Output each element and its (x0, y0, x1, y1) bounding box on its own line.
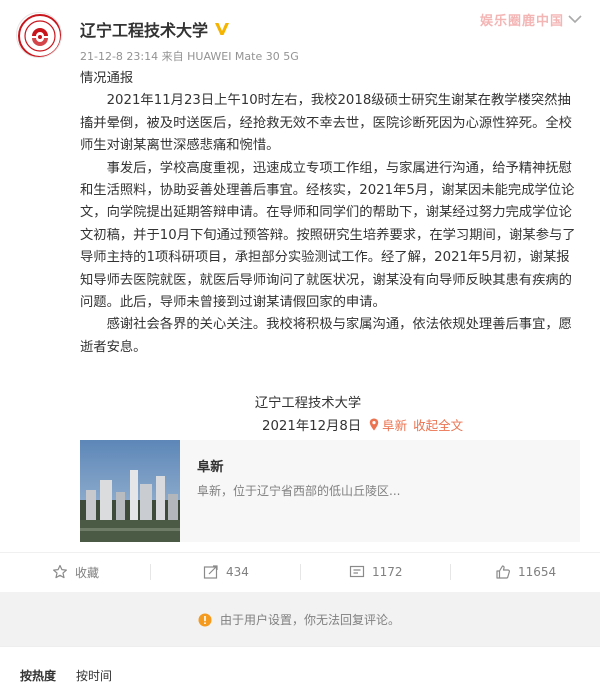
comment-button[interactable]: 1172 (349, 553, 403, 591)
university-logo (18, 14, 61, 57)
verified-badge-icon (215, 23, 230, 35)
tab-sort-by-hot[interactable]: 按热度 (20, 667, 56, 684)
post-paragraph: 感谢社会各界的关心关注。我校将积极与家属沟通，依法依规处理善后事宜，愿逝者安息。 (80, 317, 572, 355)
favorite-button[interactable]: 收藏 (52, 553, 99, 591)
repost-icon (203, 565, 218, 579)
star-icon (53, 564, 67, 579)
thumbs-up-icon (496, 565, 510, 579)
location-card-description: 阜新，位于辽宁省西部的低山丘陵区... (197, 484, 401, 498)
post-paragraph: 2021年11月23日上午10时左右，我校2018级硕士研究生谢某在教学楼突然抽… (80, 93, 572, 154)
like-button[interactable]: 11654 (495, 553, 556, 591)
comment-icon (349, 565, 365, 578)
repost-count: 434 (226, 565, 249, 579)
location-card[interactable]: 阜新 阜新，位于辽宁省西部的低山丘陵区... (80, 440, 580, 542)
comment-restriction-notice: 由于用户设置，你无法回复评论。 (0, 592, 600, 646)
tab-sort-by-time[interactable]: 按时间 (76, 667, 112, 684)
like-count: 11654 (518, 565, 557, 579)
warning-icon (198, 613, 212, 626)
post-paragraph: 事发后，学校高度重视，迅速成立专项工作组，与家属进行沟通，给予精神抚慰和生活照料… (80, 160, 576, 311)
chevron-down-icon[interactable] (568, 14, 582, 24)
notice-text: 由于用户设置，你无法回复评论。 (220, 613, 401, 627)
divider (150, 564, 151, 580)
location-pin-icon (369, 418, 379, 431)
collapse-link[interactable]: 收起全文 (413, 415, 463, 434)
action-bar: 收藏 434 1172 11654 (0, 552, 600, 592)
location-card-title: 阜新 (197, 460, 224, 475)
avatar[interactable] (16, 12, 62, 58)
divider (450, 564, 451, 580)
post-header: 辽宁工程技术大学 21-12-8 23:14 来自 HUAWEI Mate 30… (0, 0, 600, 68)
signature-date: 2021年12月8日 (262, 419, 362, 434)
location-link[interactable]: 阜新 (382, 415, 407, 434)
post-body: 情况通报 2021年11月23日上午10时左右，我校2018级硕士研究生谢某在教… (80, 68, 580, 359)
repost-button[interactable]: 434 (203, 553, 249, 591)
username[interactable]: 辽宁工程技术大学 (80, 17, 208, 41)
signature-name: 辽宁工程技术大学 (254, 396, 362, 411)
signature-date-row: 2021年12月8日 阜新 收起全文 (262, 415, 463, 434)
post-heading: 情况通报 (80, 71, 134, 86)
post-meta: 21-12-8 23:14 来自 HUAWEI Mate 30 5G (80, 50, 299, 63)
favorite-label: 收藏 (75, 565, 100, 580)
comment-sort-tabs: 按热度 按时间 (0, 646, 600, 690)
watermark: 娱乐圈鹿中国 (480, 14, 565, 29)
divider (300, 564, 301, 580)
location-thumbnail (80, 440, 180, 542)
comment-count: 1172 (372, 565, 403, 579)
